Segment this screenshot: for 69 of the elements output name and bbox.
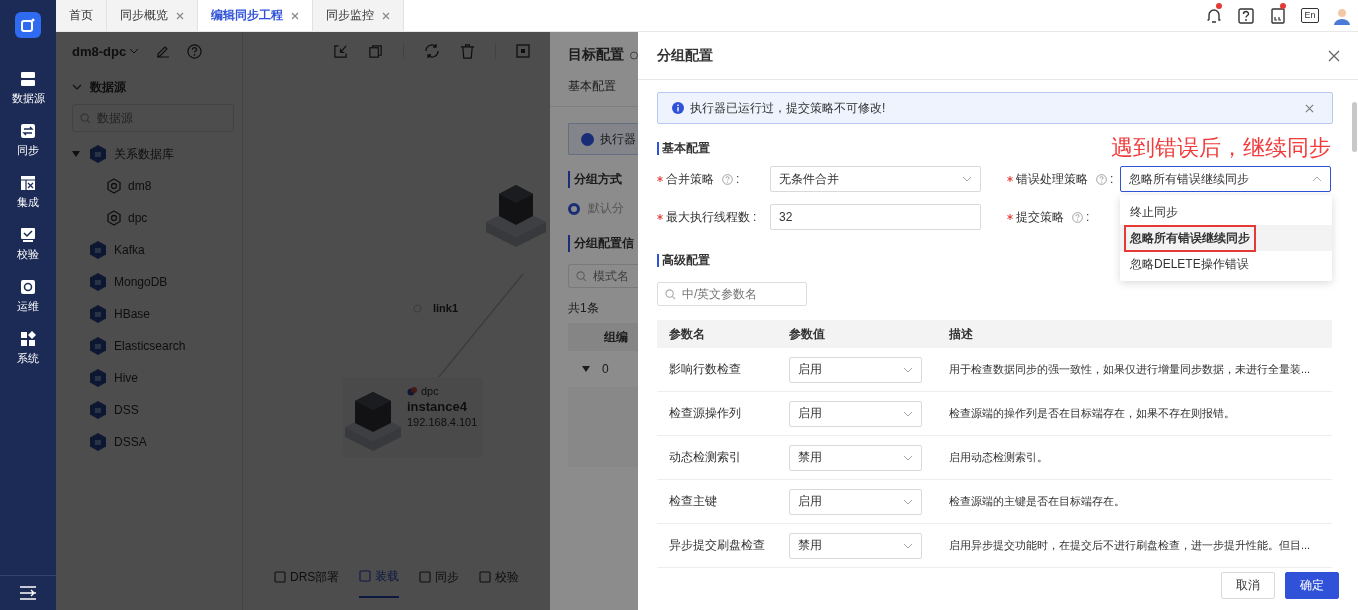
section-title: 基本配置: [657, 141, 710, 155]
sidebar-item[interactable]: 数据源: [11, 90, 45, 106]
field-label: 错误处理策略: [1016, 170, 1088, 188]
language-button[interactable]: En: [1301, 8, 1319, 23]
alert-text: 执行器: [600, 130, 636, 148]
select-field[interactable]: 启用: [789, 488, 922, 515]
drawer-title: 分组配置: [657, 46, 713, 65]
label-colon: :: [1110, 172, 1114, 186]
field-label: 最大执行线程数: [666, 208, 750, 226]
tab-label: 装载: [375, 567, 400, 585]
node-name: instance4: [407, 399, 468, 414]
tab[interactable]: 同步监控: [313, 0, 404, 31]
confirm-button[interactable]: 确定: [1285, 572, 1339, 599]
sidebar-item[interactable]: 运维: [17, 298, 39, 314]
table-cell-text: 检查源操作列: [668, 405, 742, 422]
column-header: 组编: [604, 328, 628, 346]
table-cell-text: 异步提交刷盘检查: [668, 537, 766, 554]
field-label: 提交策略: [1016, 208, 1064, 226]
menu-item[interactable]: 忽略所有错误继续同步: [1120, 225, 1332, 251]
cancel-button[interactable]: 取消: [1221, 572, 1275, 599]
label-colon: :: [736, 172, 740, 186]
alert-text: 执行器已运行过，提交策略不可修改!: [690, 99, 887, 117]
table-cell-text: 启用异步提交功能时，在提交后不进行刷盘检查，进一步提升性能。但目...: [949, 538, 1312, 553]
select-field[interactable]: 启用: [789, 356, 922, 383]
select-field[interactable]: 禁用: [789, 532, 922, 559]
table-cell-text: 检查源端的主键是否在目标端存在。: [949, 494, 1126, 509]
section-title: 高级配置: [657, 253, 710, 267]
option-label: 忽略DELETE操作错误: [1129, 255, 1250, 273]
menu-item[interactable]: 忽略DELETE操作错误: [1120, 251, 1332, 277]
record-count: 共1条: [568, 300, 600, 317]
sidebar-item[interactable]: 校验: [17, 246, 39, 262]
search-field[interactable]: 模式名: [568, 264, 638, 288]
tab[interactable]: 同步概览: [107, 0, 198, 31]
label-colon: :: [753, 210, 757, 224]
menu-item[interactable]: 终止同步: [1120, 199, 1332, 225]
option-label: 忽略所有错误继续同步: [1126, 226, 1254, 250]
select-field[interactable]: 无条件合并: [770, 166, 981, 192]
search-field[interactable]: 中/英文参数名: [657, 282, 807, 306]
input-field[interactable]: 32: [770, 204, 981, 230]
table-cell: 0: [602, 362, 609, 376]
tab-label: DRS部署: [290, 568, 340, 586]
table-cell-text: 检查源端的操作列是否在目标端存在，如果不存在则报错。: [949, 406, 1236, 421]
select-field[interactable]: 忽略所有错误继续同步: [1120, 166, 1331, 192]
annotation-text: 遇到错误后，继续同步: [1111, 134, 1331, 162]
tree-title: 数据源: [90, 78, 126, 96]
panel-title: 目标配置: [568, 46, 624, 64]
tab[interactable]: 基本配置: [568, 79, 616, 93]
node-ip: 192.168.4.101: [407, 416, 478, 428]
sidebar-item[interactable]: 同步: [17, 142, 39, 158]
column-header: 参数值: [789, 325, 826, 343]
select-field[interactable]: 禁用: [789, 444, 922, 471]
tab-label: 校验: [495, 568, 520, 586]
column-header: 参数名: [668, 325, 706, 343]
table-cell-text: 影响行数检查: [668, 361, 742, 378]
table-cell-text: 检查主键: [668, 493, 718, 510]
option-label: 终止同步: [1129, 203, 1179, 221]
table-cell-text: 启用动态检测索引。: [949, 450, 1049, 465]
sidebar-item[interactable]: 系统: [17, 350, 39, 366]
section-title: 分组配置信: [574, 236, 634, 250]
node-type: dpc: [421, 385, 439, 397]
section-title: 分组方式: [574, 172, 622, 186]
sidebar-item[interactable]: 集成: [17, 194, 39, 210]
column-header: 描述: [949, 325, 974, 343]
table-cell-text: 用于检查数据同步的强一致性，如果仅进行增量同步数据，未进行全量装...: [949, 362, 1312, 377]
field-label: 合并策略: [666, 170, 714, 188]
label-colon: :: [1086, 210, 1090, 224]
tab[interactable]: 首页: [56, 0, 107, 31]
table-cell-text: 动态检测索引: [668, 449, 742, 466]
select-field[interactable]: 启用: [789, 400, 922, 427]
